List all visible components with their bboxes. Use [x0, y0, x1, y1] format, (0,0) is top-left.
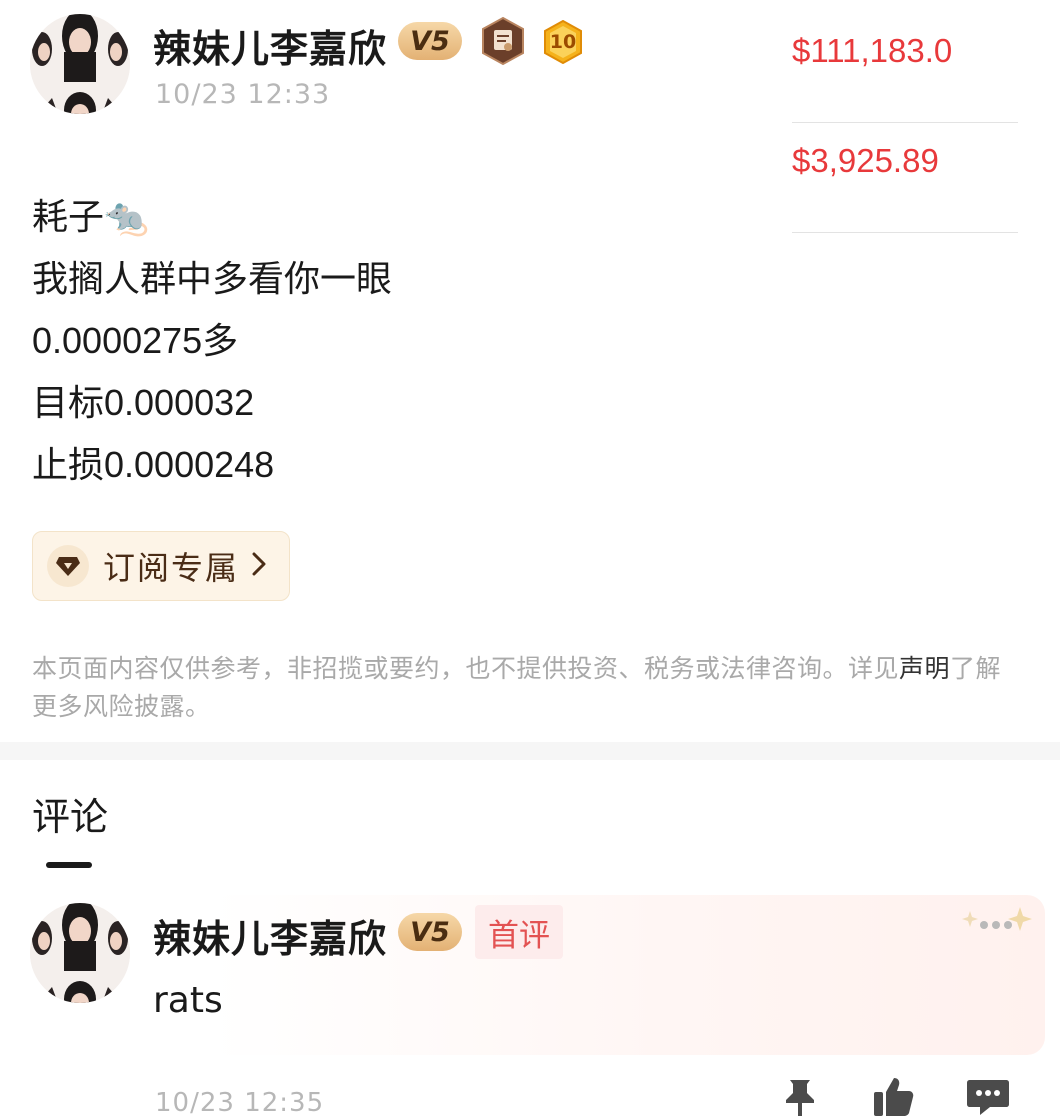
price-eth[interactable]: $3,925.89	[792, 142, 939, 180]
author-name[interactable]: 辣妹儿李嘉欣	[153, 18, 387, 73]
first-comment-tag: 首评	[475, 905, 563, 959]
more-sparkle-icon[interactable]	[962, 903, 1032, 947]
pin-icon[interactable]	[782, 1078, 818, 1120]
subscribe-label: 订阅专属	[103, 549, 240, 587]
comment-author-avatar[interactable]	[30, 903, 130, 1003]
post-line: 我搁人群中多看你一眼	[32, 258, 393, 299]
level-badge-number: 10	[549, 31, 577, 53]
price-divider	[792, 232, 1018, 233]
subscribe-exclusive-button[interactable]: 订阅专属	[32, 531, 290, 601]
price-divider	[792, 122, 1018, 123]
comments-tab[interactable]: 评论	[32, 786, 108, 841]
risk-disclaimer: 本页面内容仅供参考，非招揽或要约，也不提供投资、税务或法律咨询。详见声明了解更多…	[32, 650, 1022, 726]
price-btc[interactable]: $111,183.0	[792, 32, 952, 70]
chevron-right-icon	[251, 551, 267, 581]
vip-badge: V5	[398, 22, 462, 60]
disclaimer-statement-link[interactable]: 声明	[899, 654, 950, 683]
hexagon-achievement-icon	[480, 16, 526, 70]
post-time: 10/23 12:33	[155, 79, 331, 110]
section-separator	[0, 742, 1060, 760]
thumbs-up-icon[interactable]	[872, 1076, 914, 1120]
post-line: 目标0.000032	[32, 382, 255, 423]
comment-author-name[interactable]: 辣妹儿李嘉欣	[153, 908, 387, 963]
diamond-icon	[47, 545, 89, 587]
comment-text: rats	[153, 980, 223, 1021]
tab-indicator	[46, 862, 92, 868]
post-line: 止损0.0000248	[32, 444, 275, 485]
comment-vip-badge: V5	[398, 913, 462, 951]
post-line: 耗子🐀	[32, 196, 149, 237]
medal-icon: 10	[542, 19, 584, 68]
disclaimer-text: 本页面内容仅供参考，非招揽或要约，也不提供投资、税务或法律咨询。详见	[32, 654, 900, 683]
comment-time: 10/23 12:35	[155, 1088, 325, 1118]
post-line: 0.0000275多	[32, 320, 239, 361]
comment-icon[interactable]	[966, 1078, 1010, 1120]
author-avatar[interactable]	[30, 14, 130, 114]
